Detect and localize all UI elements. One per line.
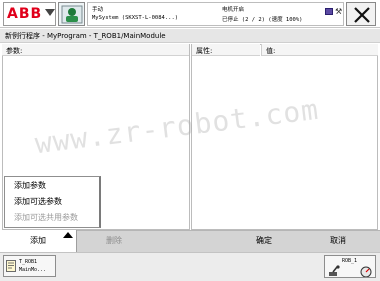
robot-icon: [329, 265, 340, 276]
ok-button-label: 确定: [256, 236, 272, 245]
menu-item-add-param[interactable]: 添加参数: [14, 180, 46, 191]
add-button-label: 添加: [30, 236, 46, 245]
delete-button[interactable]: 删除: [77, 230, 153, 252]
close-button[interactable]: [346, 2, 376, 26]
menu-dropdown-icon: [45, 9, 55, 16]
page-title-bar: 新例行程序 - MyProgram - T_ROB1/MainModule: [0, 29, 380, 43]
speed-icon: [360, 266, 372, 277]
program-editor-icon: [6, 260, 16, 272]
status-motor: 电机开启: [222, 7, 245, 13]
add-popup-menu: 添加参数 添加可选参数 添加可选共用参数: [4, 176, 101, 228]
status-state: 已停止 (2 / 2) (速度 100%): [222, 17, 303, 23]
operator-icon: [61, 5, 83, 24]
delete-button-label: 删除: [106, 236, 122, 245]
attribute-header-label: 属性:: [196, 47, 213, 55]
menu-open-icon: [63, 232, 73, 238]
task-line1: T_ROB1: [19, 259, 38, 265]
column-divider: [261, 44, 262, 56]
user-icon[interactable]: [58, 2, 85, 26]
params-header-label: 参数:: [6, 47, 23, 55]
task-line2: MainMo...: [19, 267, 47, 273]
value-column-header: 值:: [262, 44, 378, 56]
status-system: MySystem (SKXST-L-0084...): [92, 15, 179, 21]
ok-button[interactable]: 确定: [228, 230, 304, 252]
menu-item-add-optional-param[interactable]: 添加可选参数: [14, 196, 62, 207]
value-header-label: 值:: [266, 47, 276, 55]
abb-menu-button[interactable]: ABB: [3, 2, 56, 26]
page-title: 新例行程序 - MyProgram - T_ROB1/MainModule: [5, 32, 166, 40]
menu-item-add-optional-shared-param: 添加可选共用参数: [14, 213, 78, 222]
params-column-header: 参数:: [2, 44, 189, 56]
robot-label: ROB_1: [342, 258, 358, 264]
taskbar: [0, 252, 380, 281]
status-panel[interactable]: 手动 MySystem (SKXST-L-0084...) 电机开启 已停止 (…: [87, 2, 344, 26]
quickset-icon: [325, 8, 333, 15]
attribute-column-header: 属性:: [192, 44, 260, 56]
task-window-button[interactable]: T_ROB1 MainMo...: [3, 255, 56, 277]
close-icon: [354, 7, 370, 23]
cancel-button-label: 取消: [330, 236, 346, 245]
tools-icon: ⚒: [335, 7, 343, 16]
add-button[interactable]: 添加: [0, 230, 77, 252]
robot-quickset-button[interactable]: ROB_1: [324, 255, 376, 278]
abb-logo-text: ABB: [7, 6, 43, 22]
cancel-button[interactable]: 取消: [304, 230, 380, 252]
status-mode: 手动: [92, 7, 104, 13]
